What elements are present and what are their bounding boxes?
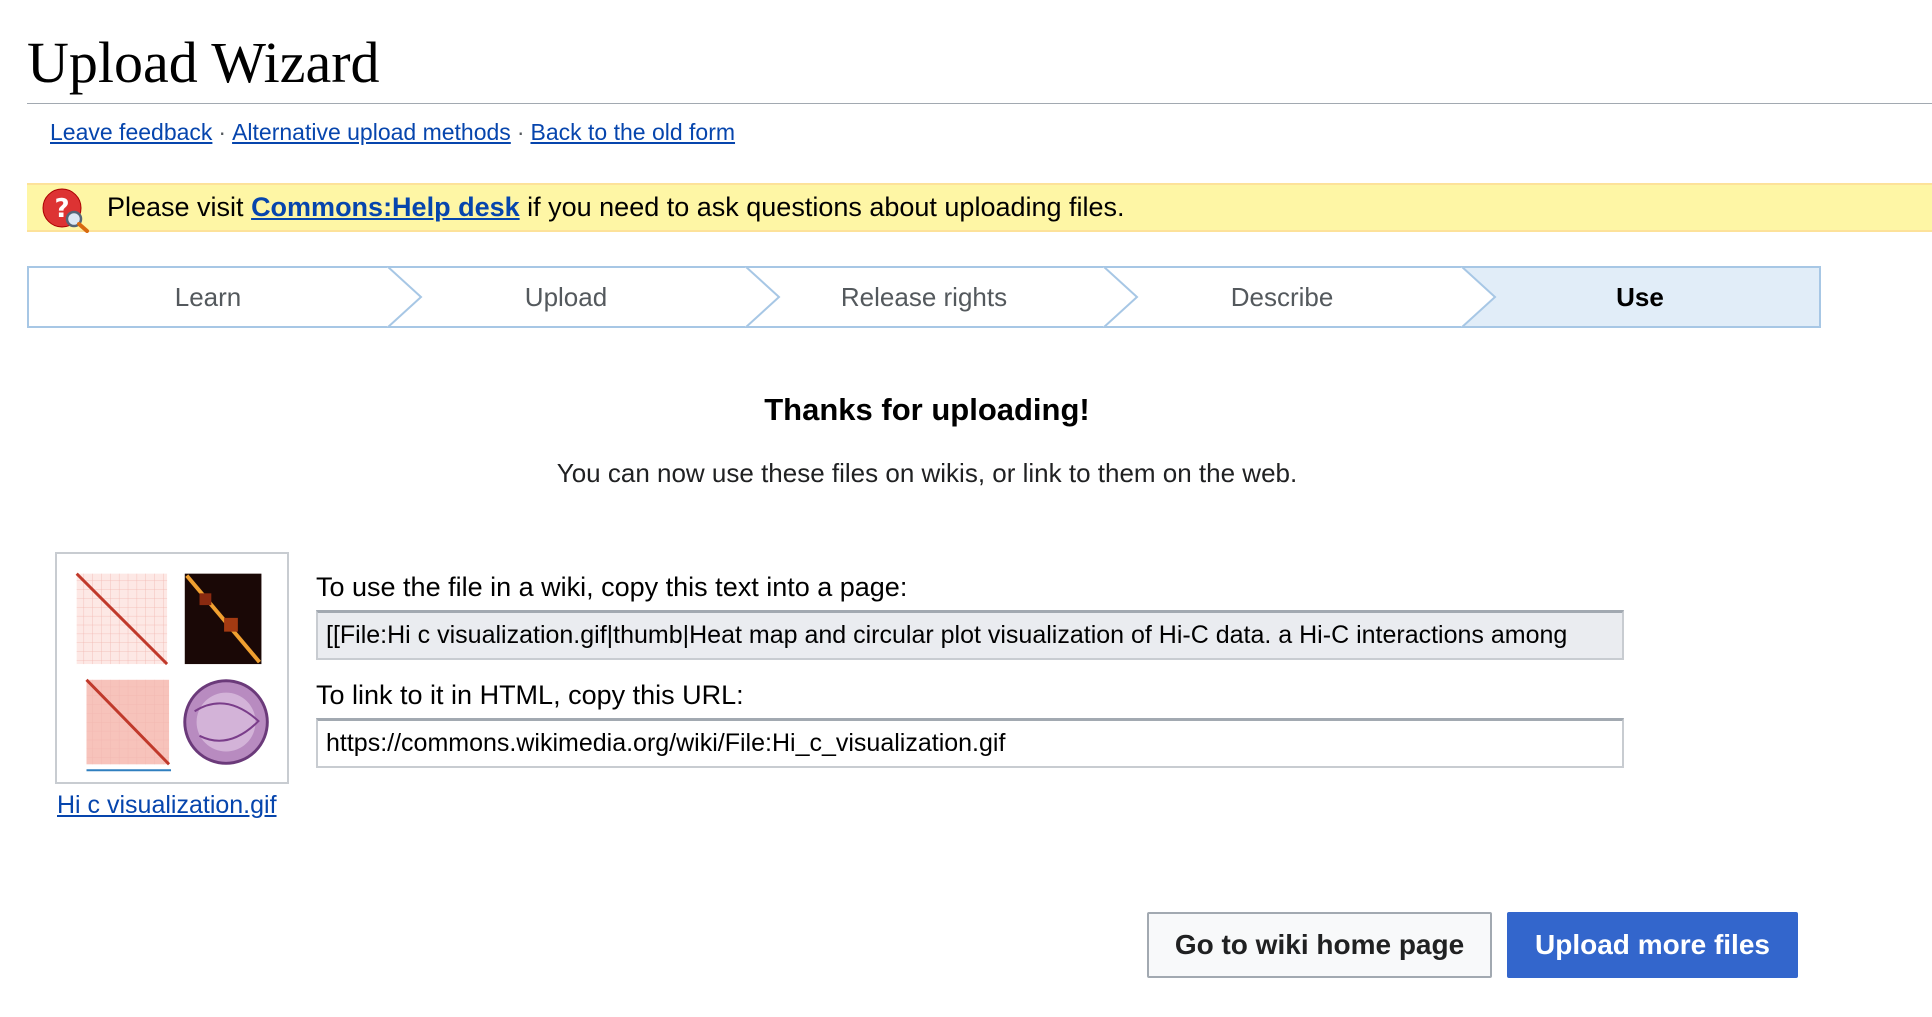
notice-prefix: Please visit <box>107 192 252 222</box>
step-label: Upload <box>524 281 608 312</box>
header-links: Leave feedback · Alternative upload method… <box>50 119 735 146</box>
step-arrow-icon <box>1461 266 1497 328</box>
wizard-steps: Learn Upload Release rights Describe Use <box>27 266 1821 328</box>
step-label: Use <box>1616 281 1664 312</box>
back-to-old-form-link[interactable]: Back to the old form <box>530 119 735 145</box>
notice-suffix: if you need to ask questions about uploa… <box>519 192 1125 222</box>
upload-more-files-button[interactable]: Upload more files <box>1507 912 1798 978</box>
step-label: Describe <box>1230 281 1334 312</box>
help-question-icon: ? <box>42 188 89 233</box>
help-notice-text: Please visit Commons:Help desk if you ne… <box>107 192 1125 223</box>
step-arrow-icon <box>745 266 781 328</box>
link-separator: · <box>516 119 525 145</box>
help-desk-link[interactable]: Commons:Help desk <box>251 192 520 222</box>
step-arrow-icon <box>387 266 423 328</box>
link-separator: · <box>218 119 227 145</box>
html-url-field[interactable] <box>316 718 1624 768</box>
wiki-text-label: To use the file in a wiki, copy this tex… <box>316 572 908 602</box>
step-upload: Upload <box>387 266 781 328</box>
step-use: Use <box>1461 268 1819 326</box>
page-title: Upload Wizard <box>27 30 380 95</box>
help-notice-banner: ? Please visit Commons:Help desk if you … <box>27 183 1932 233</box>
file-thumbnail[interactable] <box>55 552 289 784</box>
step-describe: Describe <box>1103 266 1497 328</box>
step-arrow-icon <box>1103 266 1139 328</box>
wiki-text-field[interactable] <box>316 610 1624 660</box>
html-url-label: To link to it in HTML, copy this URL: <box>316 680 744 710</box>
alternative-upload-methods-link[interactable]: Alternative upload methods <box>232 119 511 145</box>
thanks-subtitle: You can now use these files on wikis, or… <box>556 458 1298 488</box>
step-label: Release rights <box>840 281 1008 312</box>
title-divider <box>27 103 1932 104</box>
step-label: Learn <box>174 281 242 312</box>
go-to-wiki-home-button[interactable]: Go to wiki home page <box>1147 912 1492 978</box>
step-release-rights: Release rights <box>745 266 1139 328</box>
file-name-link[interactable]: Hi c visualization.gif <box>57 791 277 820</box>
step-learn: Learn <box>29 266 423 328</box>
file-thumbnail-image <box>75 572 269 772</box>
thanks-heading: Thanks for uploading! <box>764 392 1090 427</box>
leave-feedback-link[interactable]: Leave feedback <box>50 119 212 145</box>
